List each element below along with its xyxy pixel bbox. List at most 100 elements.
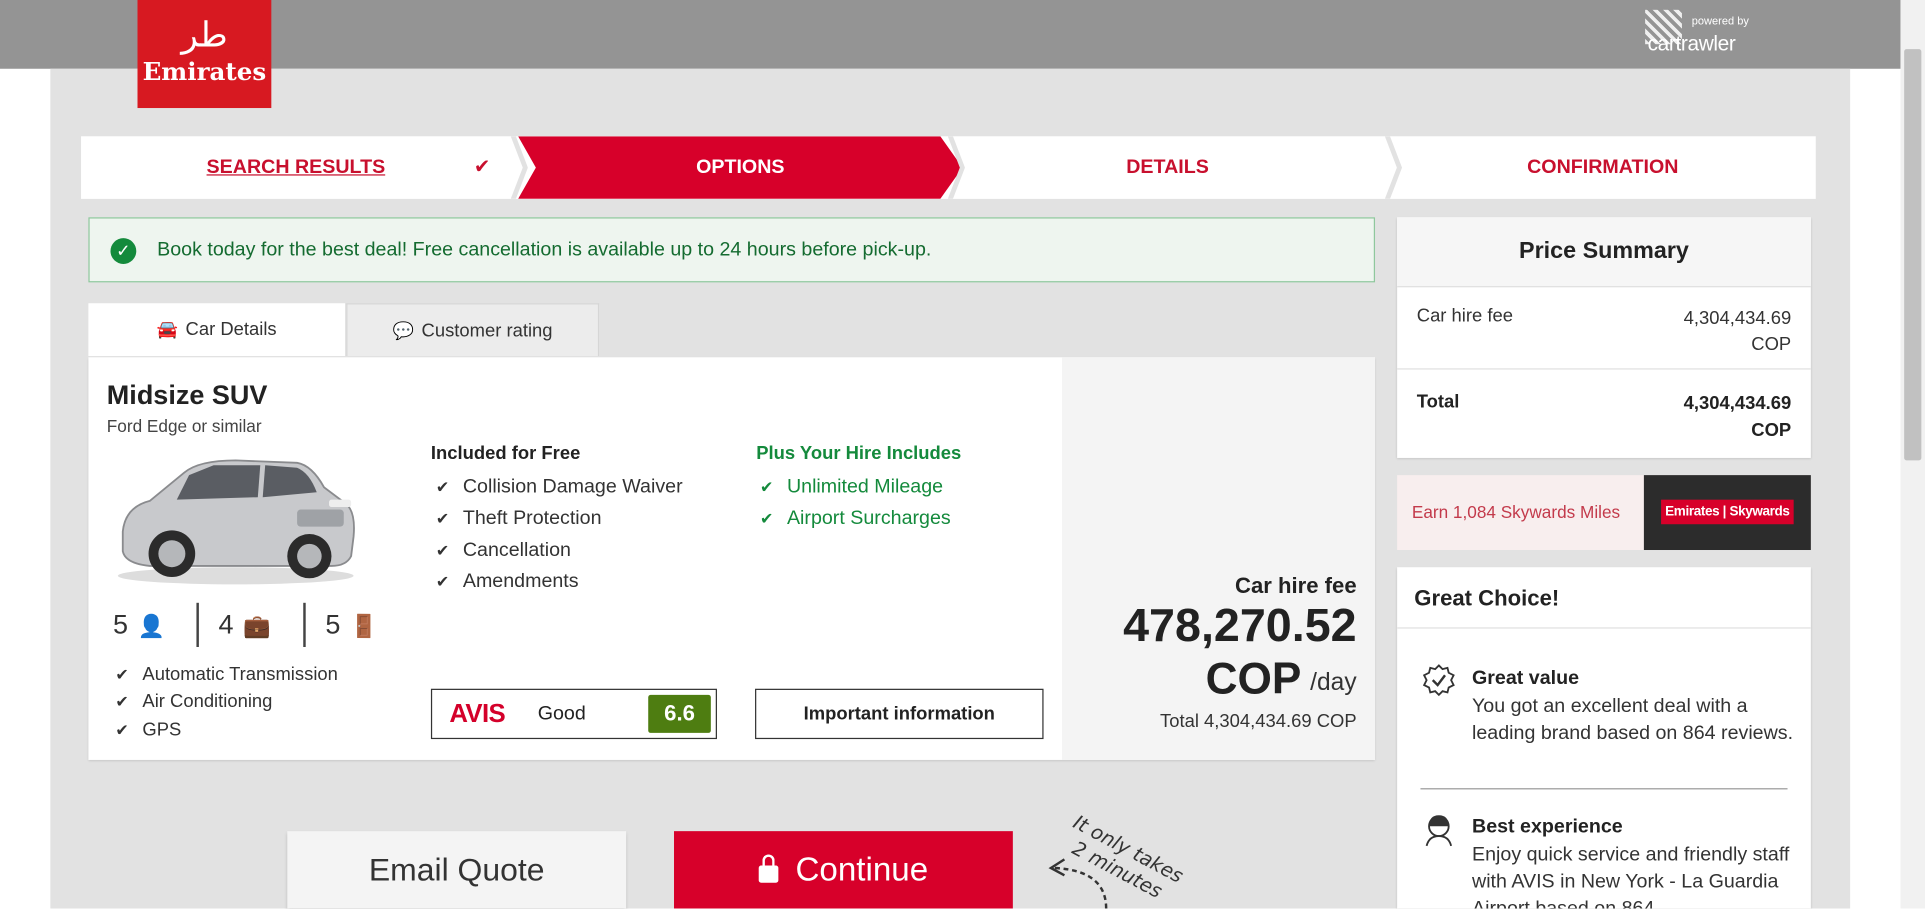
feature-item: ✔ GPS [115,719,181,740]
cartrawler-wordmark: cartrawler [1647,31,1736,56]
great-choice-panel: Great Choice! Great value You got an exc… [1397,567,1811,909]
step-label[interactable]: SEARCH RESULTS [207,157,386,178]
top-bar [0,0,1901,69]
booking-steps: SEARCH RESULTS ✔ OPTIONS DETAILS CONFIRM… [81,136,1816,199]
divider [1397,368,1811,370]
step-label: DETAILS [1126,157,1209,179]
included-label: Amendments [462,570,579,592]
step-confirmation: CONFIRMATION [1390,136,1816,199]
feature-label: Automatic Transmission [142,664,338,686]
feature-item: ✔ Automatic Transmission [115,664,338,685]
skywards-logo-area: Emirates | Skywards [1643,475,1811,551]
emirates-logo[interactable]: ﻃﺮ Emirates [137,0,272,109]
person-icon: 👤 [137,613,166,639]
car-subtitle: Ford Edge or similar [106,416,262,436]
summary-fee-amount: 4,304,434.69 [1683,308,1792,330]
award-badge-icon [1422,664,1455,697]
car-hire-fee-label: Car hire fee [1235,573,1357,598]
summary-fee-currency: COP [1751,333,1792,355]
emirates-skywards-logo: Emirates | Skywards [1661,499,1794,525]
step-options: OPTIONS [518,136,963,199]
step-details: DETAILS [953,136,1383,199]
important-information-button[interactable]: Important information [755,688,1044,740]
curved-arrow-icon [1048,858,1108,909]
continue-label: Continue [795,850,929,888]
continue-button[interactable]: Continue [674,831,1013,909]
feature-label: Air Conditioning [142,691,273,713]
email-quote-button[interactable]: Email Quote [287,831,627,909]
scrollbar[interactable] [1900,0,1925,909]
chat-bubble-icon: 💬 [392,320,415,341]
feature-item: ✔ Air Conditioning [115,691,272,712]
car-image [117,459,355,585]
cartrawler-logo: powered by cartrawler [1645,9,1755,59]
passengers-count: 5 [112,608,128,640]
bags-spec: 4 💼 [196,602,271,647]
car-specs: 5 👤 4 💼 5 🚪 [113,602,383,647]
emirates-wordmark: Emirates [142,56,267,86]
tab-label: Customer rating [421,320,553,342]
doors-spec: 5 🚪 [303,602,378,647]
check-icon: ✔ [115,720,129,740]
email-quote-label: Email Quote [368,850,545,888]
doors-count: 5 [325,608,341,640]
tab-label: Car Details [185,319,277,341]
avis-logo: AVIS [449,699,506,729]
support-agent-icon [1425,815,1453,847]
step-label: OPTIONS [696,157,785,179]
check-icon: ✔ [435,509,450,528]
included-item: ✔ Collision Damage Waiver [436,476,683,498]
included-heading: Included for Free [430,443,581,465]
free-cancellation-alert: ✓ Book today for the best deal! Free can… [88,217,1376,283]
best-experience-text: Enjoy quick service and friendly staff w… [1472,844,1790,909]
lock-icon [758,854,779,883]
price-currency: COP [1205,653,1302,704]
plus-item: ✔ Airport Surcharges [760,508,951,530]
check-icon: ✔ [759,509,774,528]
daily-price: 478,270.52 [1123,600,1357,652]
plus-heading: Plus Your Hire Includes [756,443,962,465]
included-label: Cancellation [462,540,571,562]
step-label: CONFIRMATION [1527,157,1679,179]
plus-label: Unlimited Mileage [786,476,944,498]
included-item: ✔ Cancellation [436,540,571,562]
price-summary-panel: Price Summary Car hire fee 4,304,434.69 C… [1397,217,1811,458]
included-label: Collision Damage Waiver [462,476,683,498]
check-icon: ✔ [435,541,450,560]
included-item: ✔ Amendments [436,571,579,593]
summary-total-value: 4,304,434.69 COP [1684,390,1792,444]
summary-total-label: Total [1416,391,1460,413]
scrollbar-thumb[interactable] [1904,49,1922,461]
total-price: Total 4,304,434.69 COP [1160,710,1357,732]
summary-total-currency: COP [1751,419,1792,441]
skywards-miles-text: Earn 1,084 Skywards Miles [1411,502,1621,522]
check-icon: ✔ [759,477,774,496]
passengers-spec: 5 👤 [113,603,165,647]
included-item: ✔ Theft Protection [436,508,602,530]
per-day-label: /day [1310,669,1357,697]
check-circle-icon: ✓ [110,238,137,264]
supplier-rating-button[interactable]: AVIS Good 6.6 [430,688,717,740]
best-experience-heading: Best experience [1472,816,1623,838]
feature-label: GPS [142,719,182,741]
tab-customer-rating[interactable]: 💬 Customer rating [346,303,600,357]
check-icon: ✔ [115,665,129,684]
check-icon: ✔ [115,692,129,711]
rating-score: 6.6 [648,694,711,733]
alert-text: Book today for the best deal! Free cance… [157,239,932,261]
car-door-icon: 🚪 [350,613,378,639]
suitcase-icon: 💼 [243,613,271,639]
summary-total-amount: 4,304,434.69 [1683,392,1792,414]
summary-fee-label: Car hire fee [1416,305,1513,327]
bags-count: 4 [218,608,234,640]
check-icon: ✔ [435,572,450,591]
price-column: Car hire fee 478,270.52 COP /day Total 4… [1061,357,1376,760]
great-value-text: You got an excellent deal with a leading… [1472,696,1794,744]
price-summary-title: Price Summary [1397,217,1811,288]
divider [1420,788,1788,790]
step-search-results[interactable]: SEARCH RESULTS ✔ [81,136,511,199]
great-value-heading: Great value [1472,667,1580,689]
plus-label: Airport Surcharges [786,508,951,530]
included-label: Theft Protection [462,508,602,530]
tab-car-details[interactable]: 🚘 Car Details [88,303,345,357]
